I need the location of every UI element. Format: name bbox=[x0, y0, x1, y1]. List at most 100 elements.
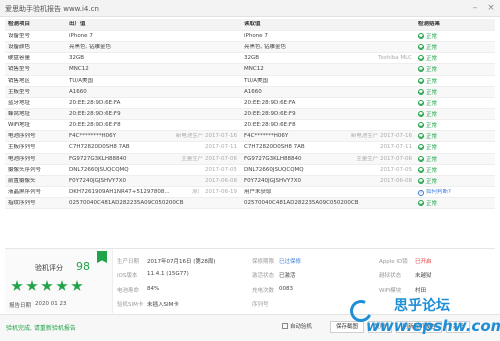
result-text: 正常 bbox=[426, 167, 438, 174]
device-value: C7H72820D0SH8 7AB bbox=[244, 144, 305, 151]
factory-value: F0Y7240JGJSHVY7X0 bbox=[69, 177, 127, 184]
row-factory-value: TU/A美国 bbox=[69, 78, 241, 85]
result-text: 正常 bbox=[426, 156, 438, 163]
result-ok: 正常 bbox=[418, 55, 493, 63]
table-header: 检测项目 出厂值 读取值 检测结果 bbox=[5, 19, 495, 31]
minimize-icon[interactable]: – bbox=[468, 2, 482, 14]
factory-note: 2017-06-08 bbox=[205, 177, 237, 184]
row-factory-value: 20:EE:28:9D:6E:FA bbox=[69, 100, 241, 107]
row-name: 液晶屏序列号 bbox=[8, 188, 42, 195]
check-circle-icon bbox=[418, 155, 424, 162]
device-value: A1660 bbox=[244, 88, 262, 95]
result-ok: 正常 bbox=[418, 177, 493, 186]
row-device-value: DNL72660JSUQCQMQ 2017-07-05 bbox=[244, 167, 416, 174]
rating-stars bbox=[11, 280, 86, 294]
check-circle-icon bbox=[418, 110, 424, 117]
row-device-value: 用户未获取 bbox=[244, 189, 416, 196]
device-value: MNC12 bbox=[244, 66, 264, 73]
result-text: 正常 bbox=[426, 78, 438, 85]
result-text[interactable]: 如何判断? bbox=[426, 189, 451, 195]
table-row: 销售型号 MNC12 MNC12 正常 bbox=[5, 64, 495, 76]
star-icon bbox=[71, 280, 83, 291]
row-device-value: 20:EE:28:9D:6E:F8 bbox=[244, 122, 416, 129]
row-factory-value: iPhone 7 bbox=[69, 33, 241, 40]
row-device-value: F4C*******H06Y 新电池生产 2017-07-16 bbox=[244, 133, 416, 140]
score-label: 验机评分 bbox=[35, 264, 63, 272]
row-device-value: 20:EE:28:9D:6E:F9 bbox=[244, 111, 416, 118]
watermark-title: 思乎论坛 bbox=[394, 298, 450, 314]
row-name: 设备颜色 bbox=[8, 44, 31, 51]
row-name: 销售型号 bbox=[8, 66, 31, 73]
auto-check-checkbox[interactable]: 自动验机 bbox=[282, 322, 312, 330]
row-name: 电池序列号 bbox=[8, 133, 36, 140]
row-factory-value: C7H72820D0SH8 7AB 2017-07-11 bbox=[69, 144, 241, 151]
factory-note: 原厂 2017-06-19 bbox=[192, 188, 237, 195]
charge-label: 充电次数 bbox=[252, 288, 275, 294]
row-name: 摄像头序列号 bbox=[8, 166, 42, 173]
table-row: 设备型号 iPhone 7 iPhone 7 正常 bbox=[5, 31, 495, 43]
check-circle-icon bbox=[418, 88, 424, 95]
factory-value: 20:EE:28:9D:6E:F9 bbox=[69, 110, 121, 117]
result-text: 正常 bbox=[426, 145, 438, 152]
result-text: 正常 bbox=[426, 123, 438, 130]
device-value: 亮黑色, 钻雕金色 bbox=[244, 44, 286, 51]
factory-note: 2017-07-11 bbox=[205, 144, 237, 151]
table-row: 主板序列号 C7H72820D0SH8 7AB 2017-07-11 C7H72820… bbox=[5, 142, 495, 154]
result-ok: 正常 bbox=[418, 77, 493, 86]
factory-value: FG9727G3KLH88840 bbox=[69, 155, 127, 162]
row-name: 主板型号 bbox=[8, 88, 31, 95]
row-factory-value: F0Y7240JGJSHVY7X0 2017-06-08 bbox=[69, 178, 241, 185]
row-name: 主板序列号 bbox=[8, 144, 36, 151]
result-ok: 正常 bbox=[418, 44, 493, 52]
sim-label: 验机SIM卡 bbox=[117, 302, 144, 308]
row-device-value: 20:EE:28:9D:6E:FA bbox=[244, 100, 416, 107]
result-ok: 正常 bbox=[418, 155, 493, 164]
table-row: 电池序列号 F4C********H06Y 新电池生产 2017-07-16 F4C*… bbox=[5, 131, 495, 143]
row-name: 蓝牙地址 bbox=[8, 99, 31, 106]
ribbon-icon bbox=[97, 251, 107, 263]
device-value: TU/A美国 bbox=[244, 77, 269, 84]
checkbox-icon[interactable] bbox=[282, 323, 288, 329]
result-text: 正常 bbox=[426, 45, 438, 52]
device-note: Toshiba MLC bbox=[378, 55, 412, 62]
table-row: 电池序列号 FG9727G3KLH88840 主量生产 2017-07-06 FG97… bbox=[5, 153, 495, 165]
result-text: 正常 bbox=[426, 178, 438, 185]
check-circle-icon bbox=[418, 133, 424, 140]
factory-value: F4C********H06Y bbox=[69, 133, 116, 140]
battery-value: 84% bbox=[147, 286, 160, 292]
factory-value: iPhone 7 bbox=[69, 33, 93, 39]
table-row: 设备颜色 亮黑色, 钻雕金色 亮黑色, 钻雕金色 正常 bbox=[5, 42, 495, 54]
row-device-value: C7H72820D0SH8 7AB 2017-07-11 bbox=[244, 144, 416, 151]
close-icon[interactable]: × bbox=[484, 2, 498, 14]
check-circle-icon bbox=[418, 55, 424, 62]
row-device-value: iPhone 7 bbox=[244, 33, 416, 40]
device-note: 新电池生产 2017-07-16 bbox=[350, 133, 412, 140]
row-factory-value: 20:EE:28:9D:6E:F8 bbox=[69, 122, 241, 129]
check-circle-icon bbox=[418, 99, 424, 106]
status-link[interactable]: 验机完成, 请重新验机报告 bbox=[6, 323, 76, 332]
warranty-value[interactable]: 已过保修 bbox=[279, 257, 301, 265]
row-device-value: MNC12 bbox=[244, 66, 416, 73]
sim-value: 未插入SIM卡 bbox=[147, 302, 179, 308]
result-text: 正常 bbox=[426, 111, 438, 118]
factory-value: C7H72820D0SH8 7AB bbox=[69, 144, 130, 151]
result-text: 正常 bbox=[426, 100, 438, 107]
device-value: iPhone 7 bbox=[244, 33, 268, 39]
factory-note: 2017-07-05 bbox=[205, 166, 237, 173]
result-ok: 正常 bbox=[418, 88, 493, 97]
check-circle-icon bbox=[418, 44, 424, 51]
factory-note: 新电池生产 2017-07-16 bbox=[175, 133, 237, 140]
row-factory-value: MNC12 bbox=[69, 66, 241, 73]
device-note: 主量生产 2017-07-06 bbox=[356, 155, 412, 162]
factory-value: A1660 bbox=[69, 88, 87, 95]
score-value: 98 bbox=[76, 260, 90, 273]
watermark-url: www.epshw.com bbox=[366, 317, 500, 335]
auto-check-label: 自动验机 bbox=[290, 324, 313, 330]
watermark: 思乎论坛 www.epshw.com bbox=[346, 295, 500, 341]
row-device-value: A1660 bbox=[244, 89, 416, 96]
star-icon bbox=[11, 280, 23, 291]
row-factory-value: FG9727G3KLH88840 主量生产 2017-07-06 bbox=[69, 156, 241, 163]
table-row: 指纹序列号 02570040C481AD282235A09C050200CB 025… bbox=[5, 198, 495, 210]
device-value: 32GB bbox=[244, 55, 260, 62]
result-help-link[interactable]: ? 如何判断? bbox=[418, 189, 493, 196]
